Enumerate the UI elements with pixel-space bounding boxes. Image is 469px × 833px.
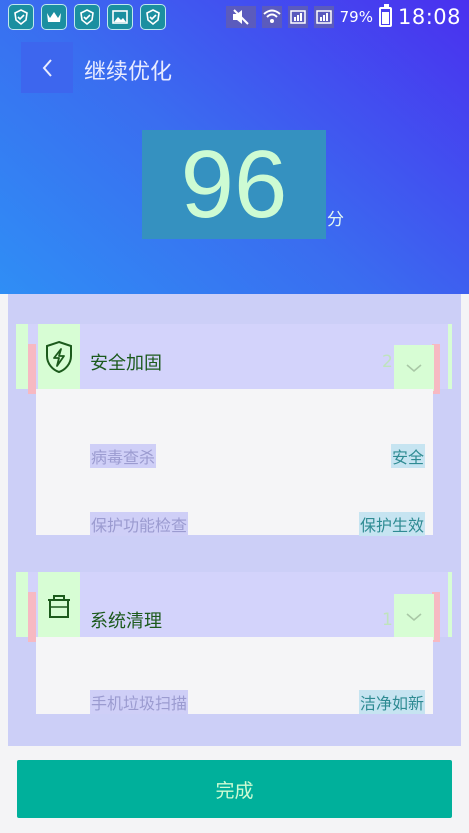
status-bar: 79% 18:08 bbox=[0, 0, 469, 34]
card-count: 2 bbox=[382, 352, 393, 372]
card-accent-left bbox=[28, 592, 36, 642]
chevron-left-icon bbox=[42, 58, 52, 77]
chevron-down-icon bbox=[406, 613, 422, 622]
security-app-notification-icon bbox=[8, 4, 34, 30]
battery-percent: 79% bbox=[339, 8, 373, 26]
expand-toggle-button[interactable] bbox=[394, 345, 434, 391]
mute-icon bbox=[225, 6, 256, 28]
gallery-notification-icon bbox=[107, 4, 133, 30]
battery-icon bbox=[378, 4, 392, 27]
card-accent-left bbox=[28, 344, 36, 394]
notification-icons bbox=[0, 4, 166, 30]
chevron-down-icon bbox=[406, 364, 422, 373]
list-item-label: 病毒查杀 bbox=[90, 444, 157, 468]
security-app-notification-icon bbox=[140, 4, 166, 30]
sim2-signal-icon bbox=[313, 6, 334, 28]
list-item-label: 保护功能检查 bbox=[90, 512, 189, 536]
list-item-status: 洁净如新 bbox=[358, 690, 425, 714]
list-item-status: 安全 bbox=[390, 444, 425, 468]
expand-toggle-button[interactable] bbox=[394, 594, 434, 640]
list-item-status: 保护生效 bbox=[358, 512, 425, 536]
lightning-shield-icon bbox=[38, 324, 80, 389]
system-indicators: 79% 18:08 bbox=[225, 4, 469, 29]
crown-notification-icon bbox=[41, 4, 67, 30]
security-app-notification-icon bbox=[74, 4, 100, 30]
trash-icon bbox=[38, 572, 80, 637]
card-title: 安全加固 bbox=[90, 353, 162, 374]
card-count: 1 bbox=[382, 610, 393, 630]
back-button[interactable] bbox=[21, 42, 73, 93]
wifi-icon bbox=[261, 6, 282, 28]
score-display: 96 bbox=[142, 130, 326, 239]
done-button[interactable]: 完成 bbox=[17, 760, 452, 818]
card-body-security: 病毒查杀 安全 保护功能检查 保护生效 bbox=[36, 389, 433, 536]
card-header-cleanup[interactable]: 系统清理 1 bbox=[16, 572, 452, 642]
score-unit: 分 bbox=[327, 210, 344, 230]
sim1-signal-icon bbox=[287, 6, 308, 28]
card-header-security[interactable]: 安全加固 2 bbox=[16, 324, 452, 394]
clock: 18:08 bbox=[397, 5, 461, 29]
page-title: 继续优化 bbox=[84, 60, 173, 85]
done-button-label: 完成 bbox=[215, 779, 254, 802]
score-value: 96 bbox=[180, 130, 288, 238]
list-item-label: 手机垃圾扫描 bbox=[90, 690, 189, 714]
card-body-cleanup: 手机垃圾扫描 洁净如新 bbox=[36, 637, 433, 714]
card-title: 系统清理 bbox=[90, 611, 162, 632]
